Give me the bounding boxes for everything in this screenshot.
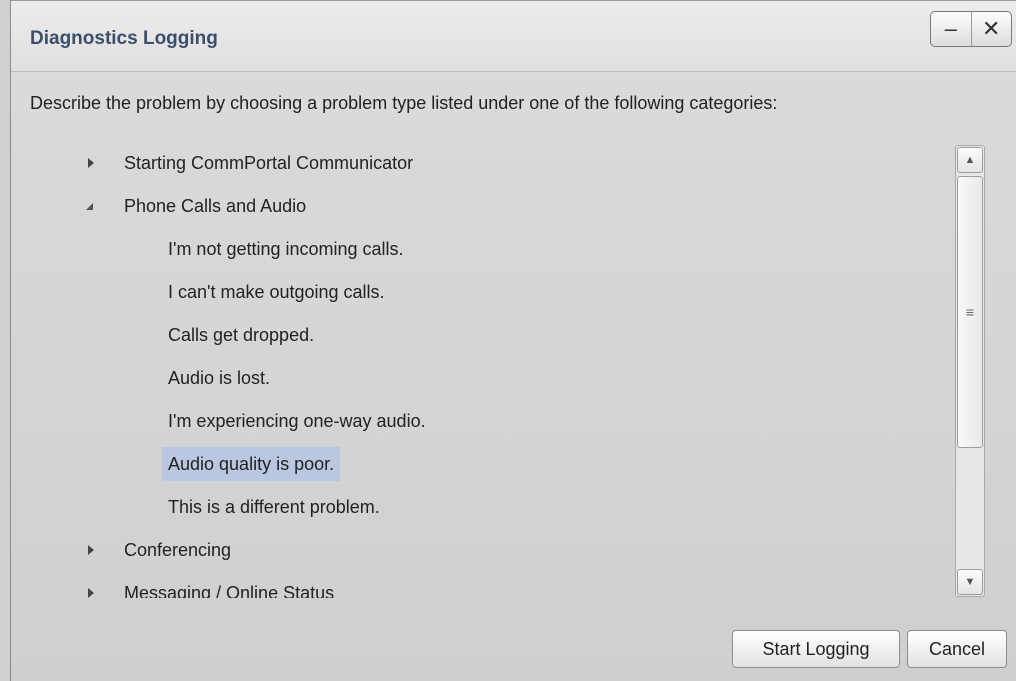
problem-item-label-selected: Audio quality is poor. xyxy=(162,447,341,481)
problem-item-one-way-audio[interactable]: I'm experiencing one-way audio. xyxy=(162,404,432,438)
scroll-up-button[interactable]: ▲ xyxy=(957,147,983,173)
window-title: Diagnostics Logging xyxy=(30,28,218,49)
category-phone-calls-audio[interactable]: Phone Calls and Audio xyxy=(81,189,306,223)
category-starting-commportal[interactable]: Starting CommPortal Communicator xyxy=(81,146,413,180)
category-label: Starting CommPortal Communicator xyxy=(124,152,414,173)
collapse-arrow-icon[interactable] xyxy=(81,197,99,215)
category-messaging-online-status[interactable]: Messaging / Online Status xyxy=(81,576,334,598)
category-label: Phone Calls and Audio xyxy=(124,195,307,216)
problem-item-label: This is a different problem. xyxy=(168,496,380,517)
close-icon: ✕ xyxy=(982,16,1001,41)
problem-item-outgoing-calls[interactable]: I can't make outgoing calls. xyxy=(162,275,391,309)
problem-item-label: I'm experiencing one-way audio. xyxy=(168,410,426,431)
minimize-button[interactable]: – xyxy=(931,12,971,46)
cancel-button[interactable]: Cancel xyxy=(907,630,1007,668)
expand-arrow-icon[interactable] xyxy=(81,584,99,598)
close-button[interactable]: ✕ xyxy=(970,12,1012,46)
expand-arrow-icon[interactable] xyxy=(81,154,99,172)
category-label: Messaging / Online Status xyxy=(124,582,335,599)
grip-icon: ≡ xyxy=(965,304,975,320)
problem-type-tree: Starting CommPortal Communicator Phone C… xyxy=(81,141,951,598)
minimize-icon: – xyxy=(944,16,957,41)
category-label: Conferencing xyxy=(124,539,232,560)
scroll-up-icon: ▲ xyxy=(964,154,976,166)
window-controls: – ✕ xyxy=(930,11,1012,47)
problem-item-audio-lost[interactable]: Audio is lost. xyxy=(162,361,276,395)
problem-item-label: Calls get dropped. xyxy=(168,324,315,345)
instructions-text: Describe the problem by choosing a probl… xyxy=(30,93,778,113)
problem-item-calls-dropped[interactable]: Calls get dropped. xyxy=(162,318,320,352)
problem-item-label: Audio is lost. xyxy=(168,367,271,388)
problem-item-label: I can't make outgoing calls. xyxy=(168,281,385,302)
category-conferencing[interactable]: Conferencing xyxy=(81,533,231,567)
problem-item-different-problem[interactable]: This is a different problem. xyxy=(162,490,386,524)
title-bar: Diagnostics Logging – ✕ xyxy=(11,1,1016,72)
problem-item-label: I'm not getting incoming calls. xyxy=(168,238,404,259)
problem-item-audio-quality-poor[interactable]: Audio quality is poor. xyxy=(162,447,341,481)
diagnostics-logging-window: Diagnostics Logging – ✕ Describe the pro… xyxy=(10,0,1016,681)
problem-item-incoming-calls[interactable]: I'm not getting incoming calls. xyxy=(162,232,410,266)
scroll-down-icon: ▼ xyxy=(964,576,976,588)
scroll-down-button[interactable]: ▼ xyxy=(957,569,983,595)
vertical-scrollbar[interactable]: ▲ ≡ ▼ xyxy=(955,145,985,597)
start-logging-button[interactable]: Start Logging xyxy=(732,630,900,668)
expand-arrow-icon[interactable] xyxy=(81,541,99,559)
scrollbar-thumb[interactable]: ≡ xyxy=(957,176,983,448)
